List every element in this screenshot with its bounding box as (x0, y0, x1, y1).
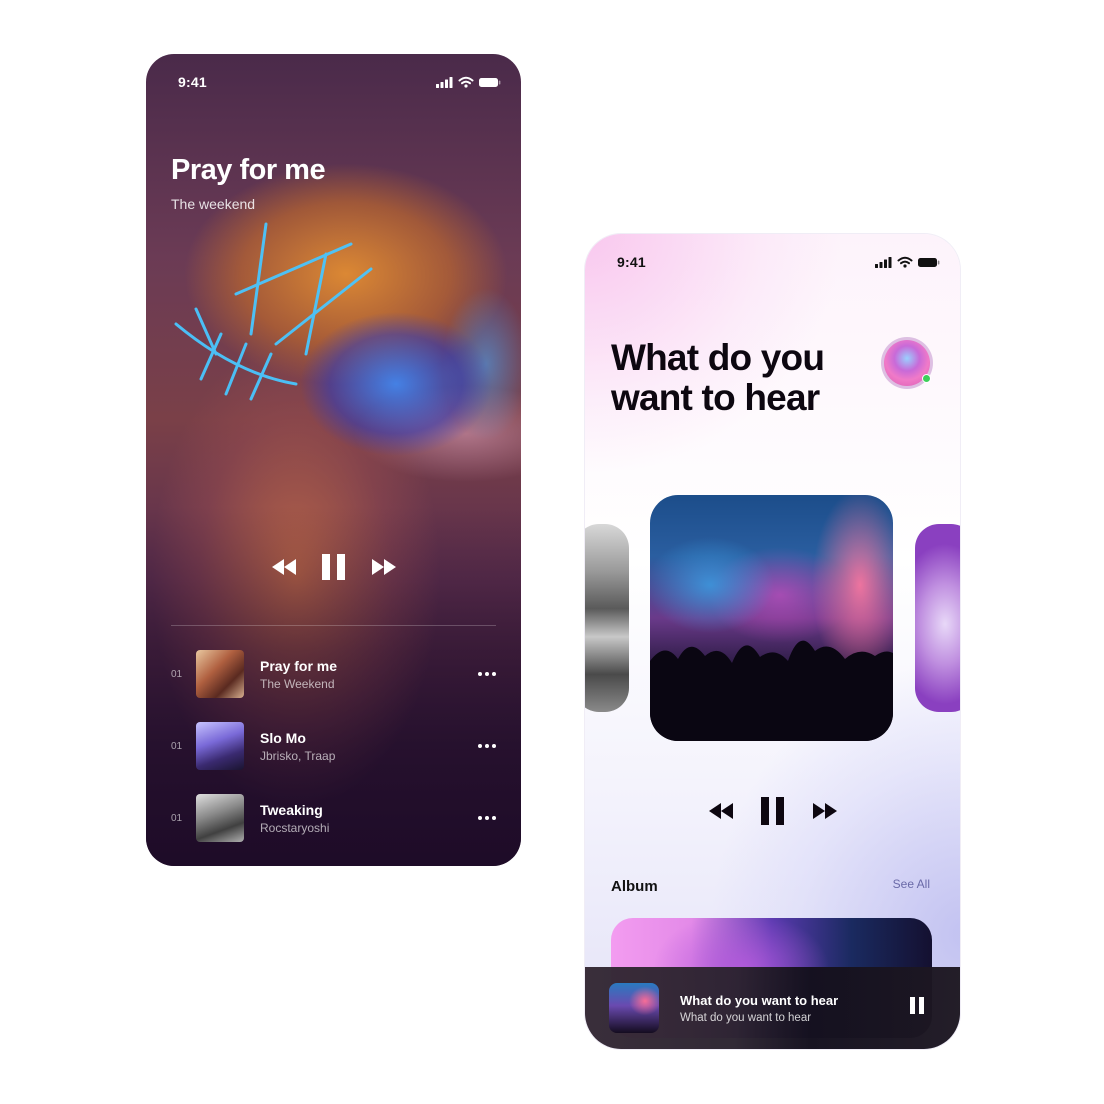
artwork-neon-mask (174, 222, 373, 401)
track-name: Pray for me (260, 657, 338, 674)
pause-button[interactable] (321, 554, 346, 580)
more-options-icon[interactable] (466, 744, 496, 748)
pause-icon (910, 997, 924, 1014)
fast-forward-icon (812, 803, 837, 819)
page-title: What do you want to hear (611, 337, 825, 418)
rewind-icon (271, 559, 296, 575)
track-row[interactable]: 01 Slo Mo Jbrisko, Traap (171, 722, 496, 770)
mini-player-subtitle: What do you want to hear (680, 1011, 812, 1024)
more-options-icon[interactable] (466, 816, 496, 820)
mini-player-title: What do you want to hear (680, 992, 839, 1008)
signal-icon (875, 256, 892, 268)
status-time: 9:41 (617, 254, 646, 270)
rewind-icon (708, 803, 733, 819)
wifi-icon (458, 76, 474, 88)
track-row[interactable]: 01 Tweaking Rocstaryoshi (171, 794, 496, 842)
track-name: Tweaking (260, 801, 323, 818)
see-all-link[interactable]: See All (893, 877, 930, 891)
now-playing-screen: 9:41 Pray for me The weekend 01 Pray for… (146, 54, 521, 866)
pause-icon (760, 797, 784, 825)
rewind-button[interactable] (708, 803, 733, 819)
signal-icon (436, 76, 453, 88)
track-cover (196, 794, 244, 842)
song-title: Pray for me (171, 154, 326, 186)
page-title-line2: want to hear (611, 377, 820, 418)
song-artist: The weekend (171, 196, 256, 212)
wifi-icon (897, 256, 913, 268)
track-cover (196, 722, 244, 770)
battery-icon (479, 77, 501, 87)
battery-icon (918, 257, 940, 267)
rewind-button[interactable] (271, 559, 296, 575)
fast-forward-button[interactable] (812, 803, 837, 819)
crowd-silhouette (650, 640, 893, 741)
track-number: 01 (171, 812, 183, 824)
track-artist: Rocstaryoshi (260, 820, 330, 835)
avatar[interactable] (881, 337, 933, 389)
album-section-title: Album (611, 878, 658, 895)
playback-controls (585, 797, 960, 825)
playback-controls (146, 554, 521, 580)
track-name: Slo Mo (260, 729, 306, 746)
pause-icon (321, 554, 345, 580)
status-bar: 9:41 (617, 254, 940, 270)
track-artist: The Weekend (260, 676, 335, 691)
track-cover (196, 650, 244, 698)
carousel-current-cover[interactable] (650, 495, 893, 741)
fast-forward-button[interactable] (371, 559, 396, 575)
track-row[interactable]: 01 Pray for me The Weekend (171, 650, 496, 698)
carousel-previous-cover[interactable] (585, 524, 629, 712)
home-screen: 9:41 What do you want to hear Album See … (585, 234, 960, 1049)
more-options-icon[interactable] (466, 672, 496, 676)
track-artist: Jbrisko, Traap (260, 748, 336, 763)
pause-button[interactable] (760, 797, 785, 825)
page-title-line1: What do you (611, 337, 825, 378)
carousel-next-cover[interactable] (915, 524, 960, 712)
mini-player[interactable]: What do you want to hear What do you wan… (585, 967, 960, 1049)
status-time: 9:41 (178, 74, 207, 90)
mini-player-pause-button[interactable] (910, 997, 924, 1019)
divider (171, 625, 496, 626)
online-status-dot (922, 374, 931, 383)
fast-forward-icon (371, 559, 396, 575)
track-number: 01 (171, 740, 183, 752)
mini-player-cover (609, 983, 659, 1033)
status-bar: 9:41 (178, 74, 501, 90)
track-number: 01 (171, 668, 183, 680)
